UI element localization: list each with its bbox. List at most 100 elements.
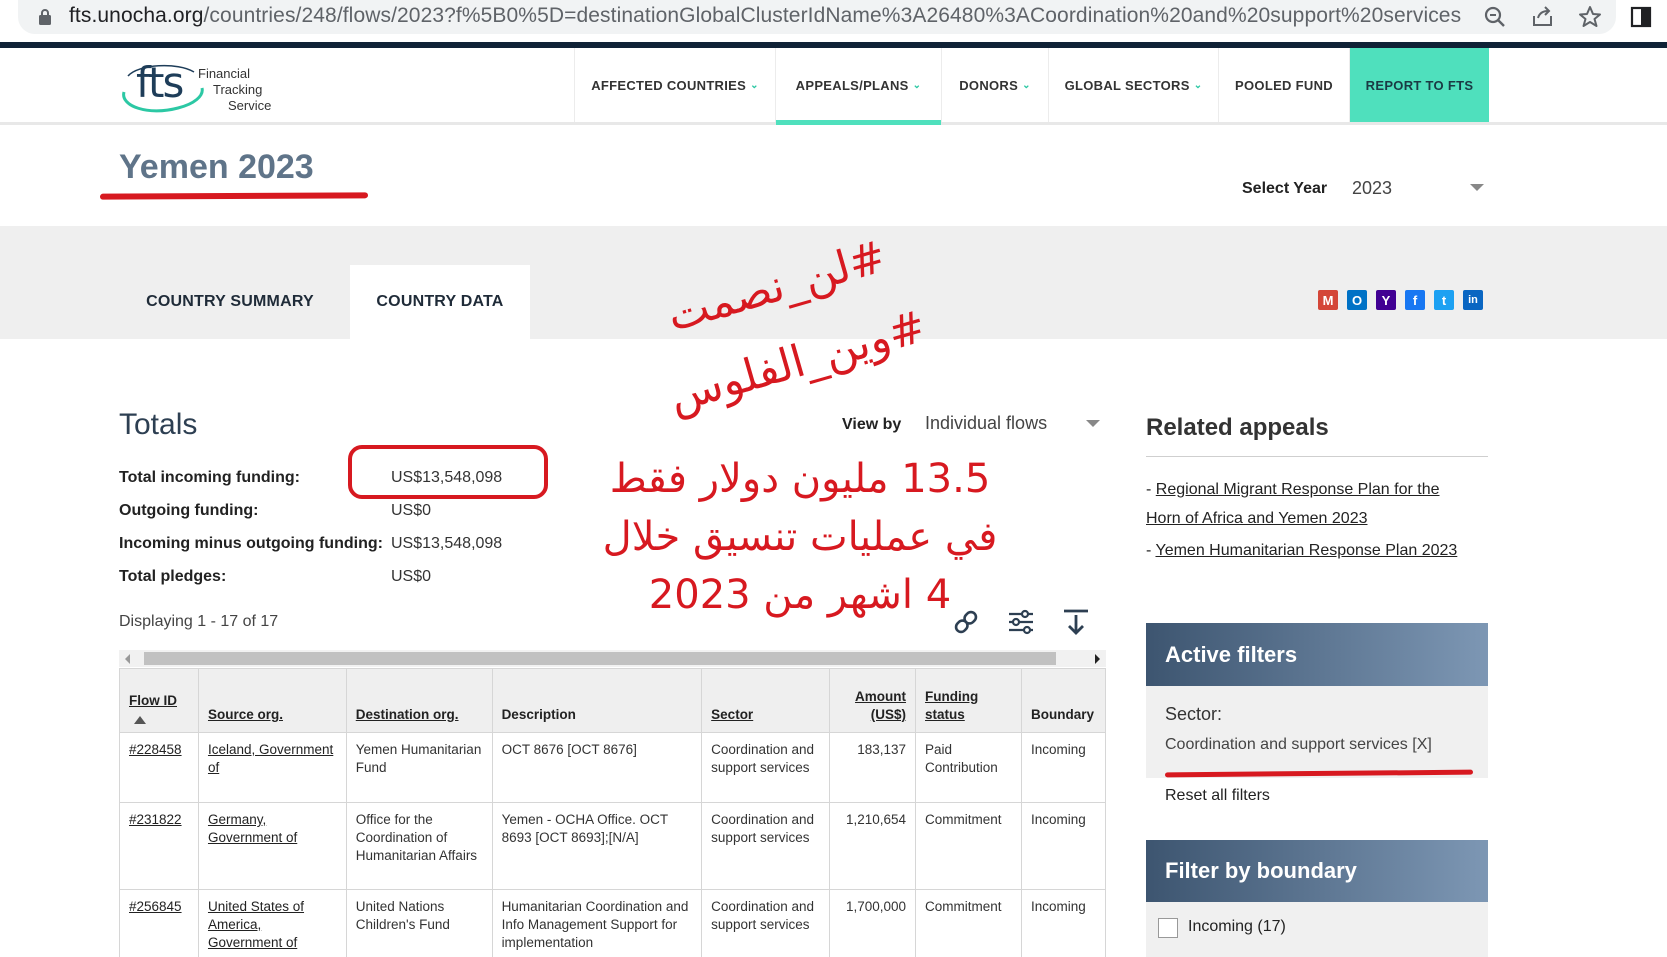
chevron-down-icon: ⌄ xyxy=(750,79,759,91)
scrollbar-thumb[interactable] xyxy=(144,652,1056,665)
funding-status: Commitment xyxy=(915,802,1022,890)
scroll-right-icon[interactable] xyxy=(1095,654,1100,664)
nav-label: AFFECTED COUNTRIES xyxy=(591,77,747,93)
col-flow-id-label: Flow ID xyxy=(129,693,177,708)
sector: Coordination and support services xyxy=(701,802,831,890)
url-host: fts.unocha.org xyxy=(69,4,204,27)
col-destination-org[interactable]: Destination org. xyxy=(345,668,493,733)
url-path: /countries/248/flows/2023?f%5B0%5D=desti… xyxy=(203,4,1462,27)
outgoing-value: US$0 xyxy=(391,502,432,519)
totals-heading: Totals xyxy=(119,408,198,441)
related-appeal-link[interactable]: Yemen Humanitarian Response Plan 2023 xyxy=(1155,542,1457,559)
browser-url-bar: fts.unocha.org/countries/248/flows/2023?… xyxy=(0,0,1667,40)
destination-org: Office for the Coordination of Humanitar… xyxy=(345,802,493,890)
nav-label: APPEALS/PLANS xyxy=(795,77,909,93)
related-appeal-item: - Yemen Humanitarian Response Plan 2023 xyxy=(1146,536,1476,565)
funding-status: Paid Contribution xyxy=(915,732,1022,803)
related-appeal-link[interactable]: Regional Migrant Response Plan for the H… xyxy=(1146,481,1440,527)
total-incoming-label: Total incoming funding: xyxy=(119,469,300,486)
view-by-select[interactable]: Individual flows xyxy=(925,413,1100,439)
tab-country-data[interactable]: COUNTRY DATA xyxy=(350,265,530,339)
col-source-org[interactable]: Source org. xyxy=(197,668,347,733)
amount: 183,137 xyxy=(829,732,917,803)
nav-appeals-plans[interactable]: APPEALS/PLANS ⌄ xyxy=(775,48,941,125)
annotation-note-line-2: في عمليات تنسيق خلال xyxy=(602,514,998,560)
description: Humanitarian Coordination and Info Manag… xyxy=(491,889,703,957)
pledges-value: US$0 xyxy=(391,568,432,585)
chevron-down-icon: ⌄ xyxy=(1022,79,1031,91)
gmail-icon[interactable]: M xyxy=(1318,290,1338,310)
nav-label: REPORT TO FTS xyxy=(1365,77,1474,93)
amount: 1,700,000 xyxy=(829,889,917,957)
col-flow-id[interactable]: Flow ID xyxy=(119,668,199,733)
boundary-filter-panel: Incoming (17) xyxy=(1146,902,1488,957)
logo-mark: fts xyxy=(136,58,184,107)
related-appeal-item: - Regional Migrant Response Plan for the… xyxy=(1146,475,1476,533)
caret-down-icon xyxy=(1470,184,1484,191)
col-amount[interactable]: Amount (US$) xyxy=(829,668,917,733)
flow-id-link[interactable]: #231822 xyxy=(129,812,182,827)
annotation-note-line-3: 4 اشهر من 2023 xyxy=(648,572,952,618)
related-divider xyxy=(1146,456,1488,457)
annotation-red-box xyxy=(348,445,548,499)
logo-line-3: Service xyxy=(228,98,272,113)
year-select-value: 2023 xyxy=(1352,178,1393,198)
nav-global-sectors[interactable]: GLOBAL SECTORS ⌄ xyxy=(1048,48,1218,122)
sector: Coordination and support services xyxy=(701,732,831,803)
download-icon[interactable] xyxy=(1060,606,1092,638)
outgoing-label: Outgoing funding: xyxy=(119,502,259,519)
year-select[interactable]: 2023 xyxy=(1352,178,1484,204)
sector-filter-label: Sector: xyxy=(1165,704,1223,724)
twitter-icon[interactable]: t xyxy=(1434,290,1454,310)
url-text[interactable]: fts.unocha.org/countries/248/flows/2023?… xyxy=(69,4,1461,28)
amount: 1,210,654 xyxy=(829,802,917,890)
linkedin-icon[interactable]: in xyxy=(1463,290,1483,310)
facebook-icon[interactable]: f xyxy=(1405,290,1425,310)
active-filters-header: Active filters xyxy=(1146,623,1488,686)
incoming-checkbox[interactable] xyxy=(1158,918,1178,938)
source-org-link[interactable]: United States of America, Government of xyxy=(208,899,304,950)
source-org-link[interactable]: Iceland, Government of xyxy=(208,742,333,775)
tab-country-summary[interactable]: COUNTRY SUMMARY xyxy=(118,265,342,339)
sort-ascending-icon[interactable] xyxy=(134,716,146,724)
related-appeal-prefix: - xyxy=(1146,481,1156,498)
description: OCT 8676 [OCT 8676] xyxy=(491,732,703,803)
page-title: Yemen 2023 xyxy=(119,148,314,186)
bookmark-star-icon[interactable] xyxy=(1577,4,1603,30)
col-boundary: Boundary xyxy=(1020,668,1107,733)
nav-donors[interactable]: DONORS ⌄ xyxy=(941,48,1048,122)
col-sector[interactable]: Sector xyxy=(701,668,831,733)
displaying-count: Displaying 1 - 17 of 17 xyxy=(119,613,279,630)
side-panel-icon[interactable] xyxy=(1628,4,1654,30)
fts-logo[interactable]: fts Financial Tracking Service xyxy=(118,56,298,116)
chevron-down-icon: ⌄ xyxy=(912,79,922,91)
flow-id-link[interactable]: #228458 xyxy=(129,742,182,757)
incoming-checkbox-label[interactable]: Incoming (17) xyxy=(1188,918,1286,936)
net-funding-value: US$13,548,098 xyxy=(391,535,503,552)
funding-status: Commitment xyxy=(915,889,1022,957)
filter-by-boundary-header: Filter by boundary xyxy=(1146,840,1488,902)
nav-label: GLOBAL SECTORS xyxy=(1064,77,1190,93)
nav-affected-countries[interactable]: AFFECTED COUNTRIES ⌄ xyxy=(574,48,775,122)
outlook-icon[interactable]: O xyxy=(1347,290,1367,310)
reset-filters-link[interactable]: Reset all filters xyxy=(1165,787,1270,805)
share-page-icon[interactable] xyxy=(1530,4,1556,30)
chevron-down-icon: ⌄ xyxy=(1193,79,1203,91)
table-horizontal-scrollbar[interactable] xyxy=(119,650,1106,667)
annotation-note-line-1: 13.5 مليون دولار فقط xyxy=(609,456,991,502)
yahoo-icon[interactable]: Y xyxy=(1376,290,1396,310)
flow-id-link[interactable]: #256845 xyxy=(129,899,182,914)
view-by-value: Individual flows xyxy=(925,413,1048,433)
main-nav: AFFECTED COUNTRIES ⌄ APPEALS/PLANS ⌄ DONOR… xyxy=(574,48,1489,125)
boundary: Incoming xyxy=(1020,889,1107,957)
scroll-left-icon[interactable] xyxy=(125,654,130,664)
nav-pooled-fund[interactable]: POOLED FUND xyxy=(1218,48,1349,122)
nav-report-to-fts[interactable]: REPORT TO FTS xyxy=(1349,48,1489,122)
zoom-icon[interactable] xyxy=(1482,4,1508,30)
lock-icon[interactable] xyxy=(38,8,52,26)
source-org-link[interactable]: Germany, Government of xyxy=(208,812,297,845)
sector-filter-remove[interactable]: Coordination and support services [X] xyxy=(1165,736,1432,754)
boundary: Incoming xyxy=(1020,732,1107,803)
col-funding-status[interactable]: Funding status xyxy=(915,668,1022,733)
site-header: fts Financial Tracking Service AFFECTED … xyxy=(0,48,1667,125)
